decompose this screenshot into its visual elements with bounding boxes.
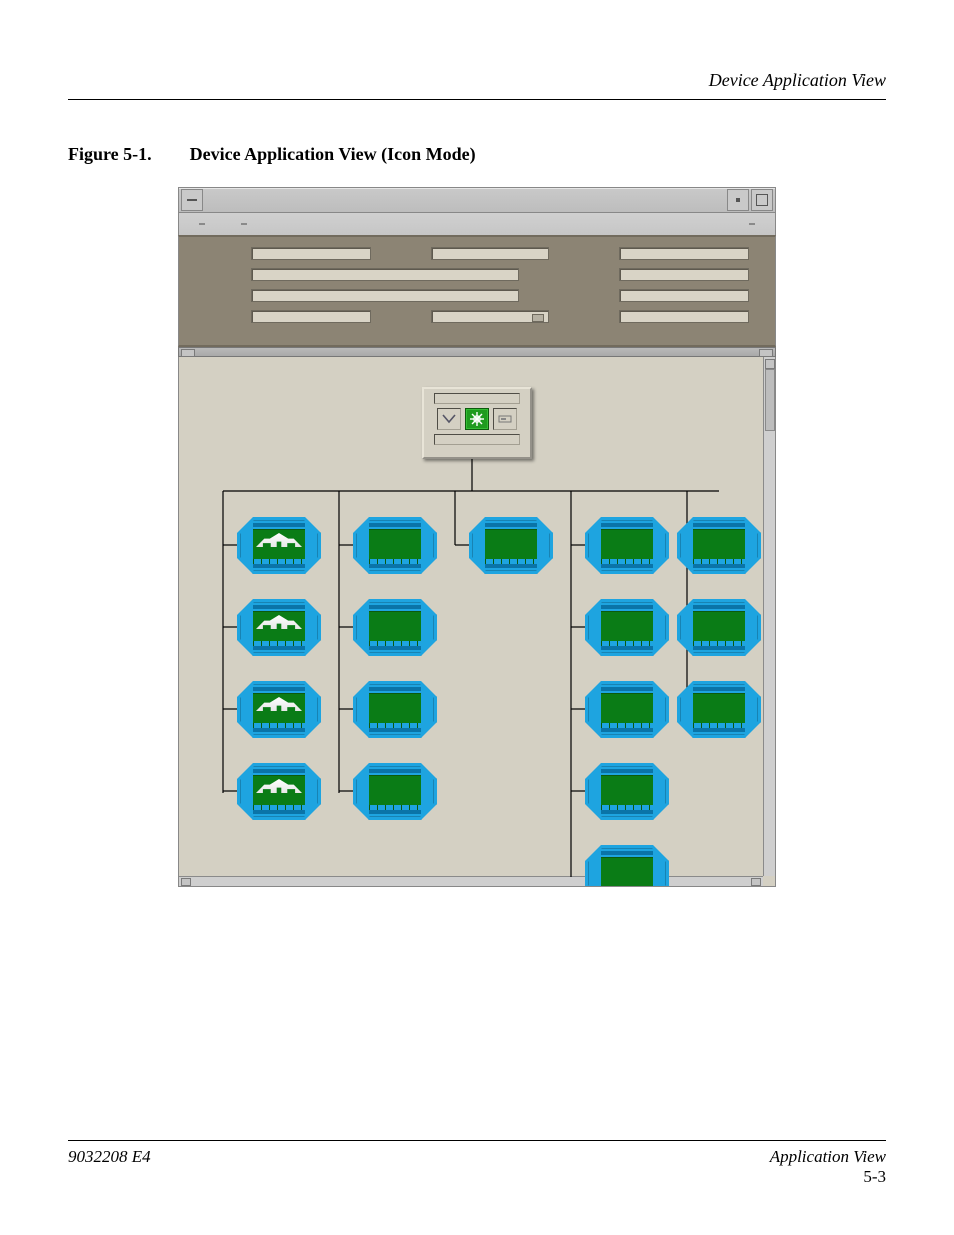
info-dropdown[interactable] (431, 310, 549, 323)
minimize-button[interactable] (727, 189, 749, 211)
system-menu-icon[interactable] (181, 189, 203, 211)
device-node[interactable] (677, 517, 761, 574)
section-title: Device Application View (709, 70, 886, 90)
device-node[interactable] (585, 517, 669, 574)
page-footer: 9032208 E4 Application View 5-3 (68, 1140, 886, 1187)
bridge-device-node[interactable] (237, 517, 321, 574)
titlebar[interactable] (178, 187, 776, 213)
device-node[interactable] (469, 517, 553, 574)
device-node[interactable] (353, 763, 437, 820)
info-field[interactable] (619, 247, 749, 260)
root-label-slot (434, 434, 520, 445)
bridge-device-node[interactable] (237, 599, 321, 656)
chevron-down-icon[interactable] (437, 408, 461, 430)
info-field[interactable] (251, 310, 371, 323)
device-node[interactable] (677, 681, 761, 738)
vertical-scrollbar[interactable] (763, 357, 775, 876)
page-number: 5-3 (863, 1167, 886, 1186)
info-field[interactable] (251, 289, 519, 302)
topology-canvas[interactable] (178, 357, 776, 887)
maximize-button[interactable] (751, 189, 773, 211)
bridge-device-node[interactable] (237, 763, 321, 820)
info-field[interactable] (619, 289, 749, 302)
figure-label: Figure 5-1. (68, 144, 152, 164)
device-node[interactable] (585, 599, 669, 656)
status-ok-icon[interactable] (465, 408, 489, 430)
detail-icon[interactable] (493, 408, 517, 430)
info-field[interactable] (619, 268, 749, 281)
splitter-bar[interactable] (178, 347, 776, 357)
info-field[interactable] (251, 268, 519, 281)
menubar[interactable] (178, 213, 776, 235)
device-node[interactable] (585, 763, 669, 820)
screenshot-window (178, 187, 776, 902)
device-node[interactable] (353, 517, 437, 574)
device-node[interactable] (585, 845, 669, 887)
menu-item[interactable] (199, 223, 205, 225)
menu-item[interactable] (241, 223, 247, 225)
device-node[interactable] (353, 681, 437, 738)
info-field[interactable] (619, 310, 749, 323)
info-field[interactable] (251, 247, 371, 260)
figure-caption: Figure 5-1. Device Application View (Icon… (68, 144, 886, 165)
device-node[interactable] (353, 599, 437, 656)
horizontal-scrollbar[interactable] (179, 876, 763, 886)
device-node[interactable] (677, 599, 761, 656)
root-device-node[interactable] (422, 387, 532, 459)
bridge-device-node[interactable] (237, 681, 321, 738)
menu-item[interactable] (749, 223, 755, 225)
footer-section: Application View (770, 1147, 886, 1167)
doc-id: 9032208 E4 (68, 1147, 151, 1187)
device-node[interactable] (585, 681, 669, 738)
root-label-slot (434, 393, 520, 404)
info-field[interactable] (431, 247, 549, 260)
info-panel (178, 235, 776, 347)
page-header: Device Application View (68, 70, 886, 100)
figure-title: Device Application View (Icon Mode) (190, 144, 476, 164)
